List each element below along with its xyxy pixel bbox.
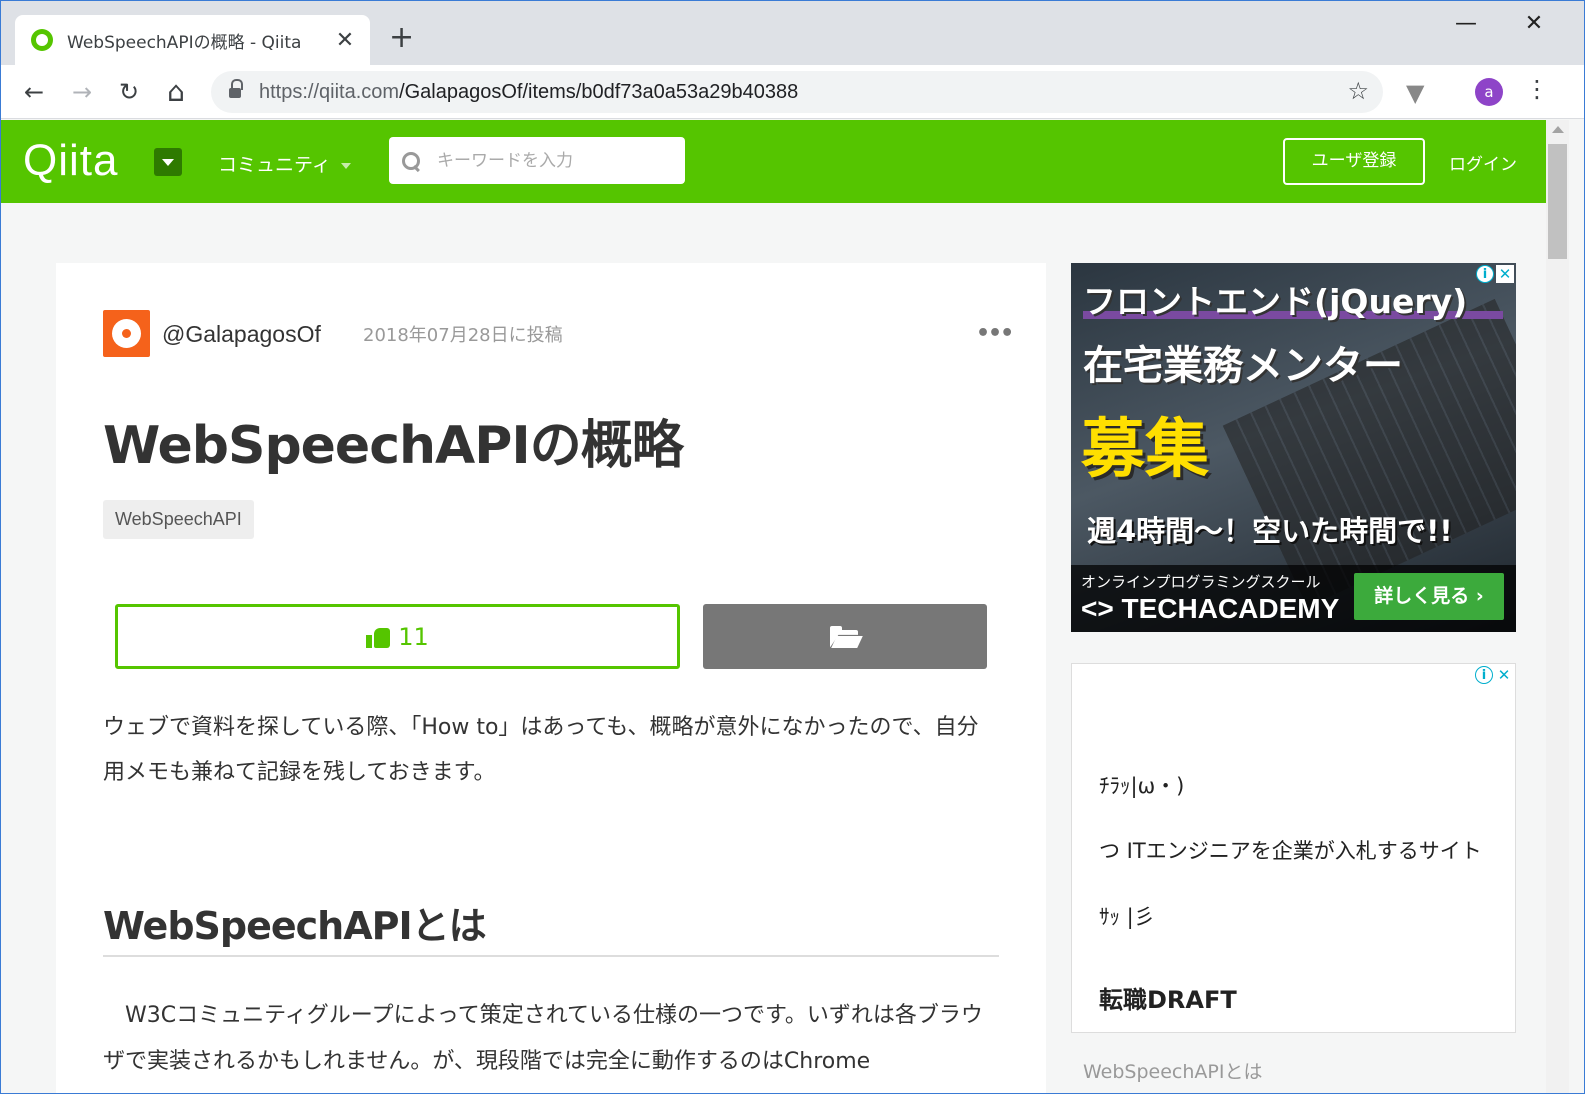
caret-down-icon xyxy=(340,162,351,169)
ad2-line-2: つ ITエンジニアを企業が入札するサイト xyxy=(1099,839,1482,863)
stock-button[interactable] xyxy=(703,604,987,669)
search-input[interactable] xyxy=(437,150,667,171)
site-header: Qiita コミュニティ ユーザ登録 ログイン xyxy=(1,120,1546,203)
qiita-favicon-icon xyxy=(31,29,53,51)
lock-icon xyxy=(229,79,243,99)
techacademy-logo: <> TECHACADEMY xyxy=(1081,593,1340,624)
qiita-logo[interactable]: Qiita xyxy=(23,136,118,186)
ad-info-icon[interactable]: i xyxy=(1475,666,1493,684)
ad1-hours: 週4時間〜！空いた時間で!! xyxy=(1087,514,1453,548)
ad-choices: i ✕ xyxy=(1475,666,1513,684)
ad2-line-3: ｻｯ |彡 xyxy=(1099,905,1155,929)
ad1-recruit: 募集 xyxy=(1081,413,1209,487)
page-scrollbar[interactable] xyxy=(1546,120,1569,1093)
thumbs-up-icon xyxy=(366,626,391,648)
address-bar[interactable]: https://qiita.com/GalapagosOf/items/b0df… xyxy=(211,71,1383,113)
logo-dropdown-icon[interactable] xyxy=(154,148,182,176)
ad-close-icon[interactable]: ✕ xyxy=(1496,265,1514,283)
forward-arrow-icon[interactable]: → xyxy=(67,77,97,107)
ad1-details-button[interactable]: 詳しく見る › xyxy=(1354,573,1504,620)
article-card: @GalapagosOf 2018年07月28日に投稿 ••• WebSpeec… xyxy=(56,263,1046,1093)
bookmark-star-icon[interactable]: ☆ xyxy=(1347,77,1369,105)
folder-open-icon xyxy=(830,625,863,648)
back-arrow-icon[interactable]: ← xyxy=(19,77,49,107)
profile-avatar[interactable]: a xyxy=(1475,78,1503,106)
section-heading: WebSpeechAPIとは xyxy=(103,895,999,957)
ad1-school-label: オンラインプログラミングスクール xyxy=(1081,573,1321,591)
ad1-headline: フロントエンド(jQuery) xyxy=(1083,282,1468,321)
author-name[interactable]: @GalapagosOf xyxy=(162,321,321,348)
scrollbar-thumb[interactable] xyxy=(1548,144,1567,259)
ad1-subheadline: 在宅業務メンター xyxy=(1083,343,1403,389)
like-button[interactable]: 11 xyxy=(115,604,680,669)
section-body: W3Cコミュニティグループによって策定されている仕様の一つです。いずれは各ブラウ… xyxy=(103,1003,983,1074)
browser-window: WebSpeechAPIの概略 - Qiita ✕ + — ✕ ← → ↻ ⌂ … xyxy=(0,0,1585,1094)
search-box[interactable] xyxy=(389,137,685,184)
more-options-icon[interactable]: ••• xyxy=(976,321,1014,346)
article-title: WebSpeechAPIの概略 xyxy=(103,416,684,476)
browser-toolbar: ← → ↻ ⌂ https://qiita.com/GalapagosOf/it… xyxy=(1,65,1584,119)
ad1-footer: オンラインプログラミングスクール <> TECHACADEMY 詳しく見る › xyxy=(1071,565,1516,632)
techacademy-ad[interactable]: フロントエンド(jQuery) 在宅業務メンター 募集 週4時間〜！空いた時間で… xyxy=(1071,263,1516,632)
search-icon xyxy=(401,151,421,171)
community-menu[interactable]: コミュニティ xyxy=(218,150,351,177)
scroll-up-arrow-icon[interactable] xyxy=(1552,126,1564,133)
draft-brand: 転職DRAFT xyxy=(1099,986,1237,1014)
window-close-icon[interactable]: ✕ xyxy=(1519,11,1549,36)
home-icon[interactable]: ⌂ xyxy=(161,77,191,107)
toc-item[interactable]: WebSpeechAPIとは xyxy=(1083,1057,1262,1084)
ad2-line-1: ﾁﾗｯ|ω・) xyxy=(1099,774,1185,798)
signup-button[interactable]: ユーザ登録 xyxy=(1283,138,1425,185)
draft-ad[interactable]: i ✕ ﾁﾗｯ|ω・) つ ITエンジニアを企業が入札するサイト ｻｯ |彡 転… xyxy=(1071,663,1516,1033)
ad-close-icon[interactable]: ✕ xyxy=(1495,666,1513,684)
url-text: https://qiita.com/GalapagosOf/items/b0df… xyxy=(259,80,799,103)
ad-choices: i ✕ xyxy=(1476,265,1514,283)
tab-close-icon[interactable]: ✕ xyxy=(334,28,356,53)
tab-title: WebSpeechAPIの概略 - Qiita xyxy=(67,32,302,53)
new-tab-button[interactable]: + xyxy=(389,23,414,53)
browser-menu-icon[interactable]: ⋮ xyxy=(1525,75,1549,103)
like-count: 11 xyxy=(398,622,429,651)
ad-info-icon[interactable]: i xyxy=(1476,265,1494,283)
login-link[interactable]: ログイン xyxy=(1449,150,1517,175)
browser-tab[interactable]: WebSpeechAPIの概略 - Qiita ✕ xyxy=(15,15,370,65)
post-date: 2018年07月28日に投稿 xyxy=(363,325,563,346)
tab-strip: WebSpeechAPIの概略 - Qiita ✕ + — ✕ xyxy=(1,1,1584,65)
minimize-icon[interactable]: — xyxy=(1451,11,1481,36)
article-tag[interactable]: WebSpeechAPI xyxy=(103,500,254,539)
reload-icon[interactable]: ↻ xyxy=(114,77,144,107)
intro-paragraph: ウェブで資料を探している際、「How to」はあっても、概略が意外になかったので… xyxy=(103,715,979,785)
author-avatar[interactable] xyxy=(103,310,150,357)
extension-icon[interactable]: ▼ xyxy=(1406,79,1424,107)
